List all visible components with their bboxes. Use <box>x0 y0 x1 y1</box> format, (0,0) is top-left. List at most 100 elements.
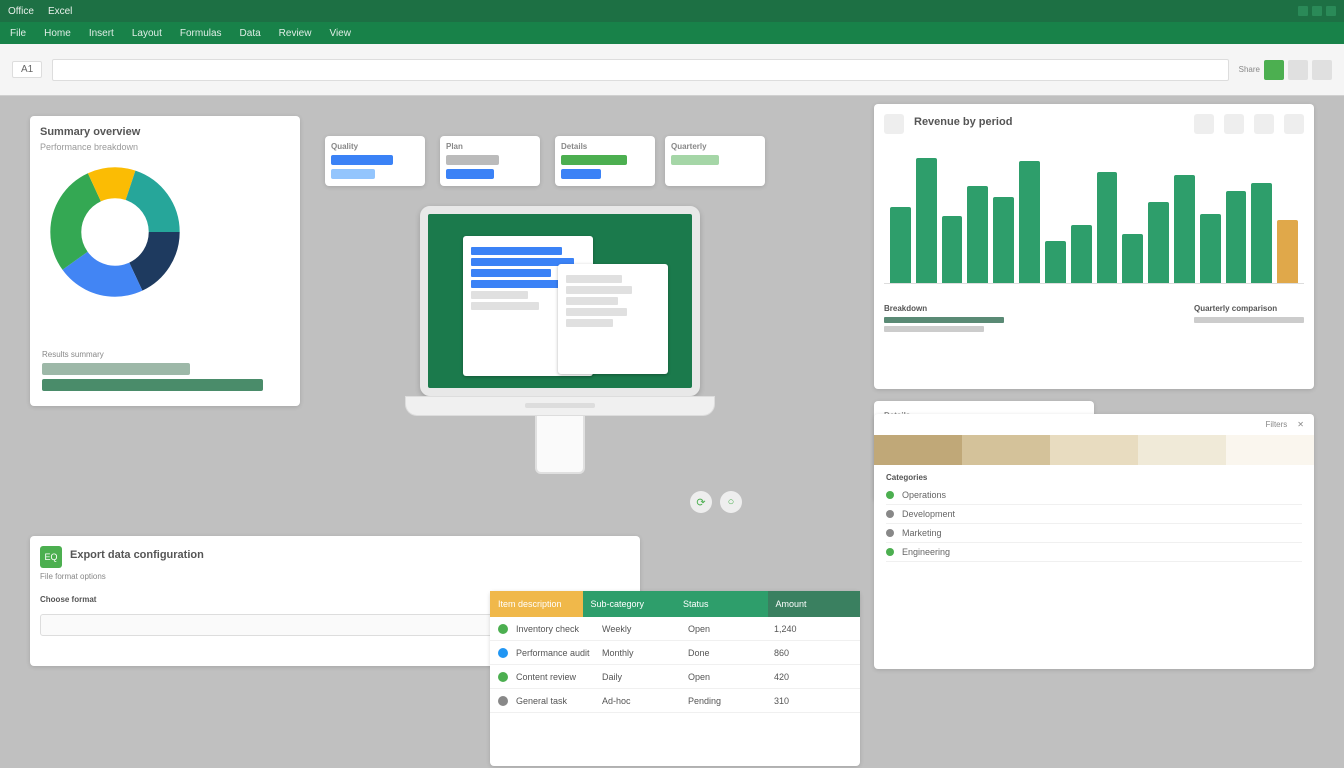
cell: Inventory check <box>516 624 594 634</box>
row-label: Operations <box>902 490 946 500</box>
chart-more-icon[interactable] <box>1284 114 1304 134</box>
data-table: Item descriptionSub-categoryStatusAmount… <box>490 591 860 766</box>
row-label: Engineering <box>902 547 950 557</box>
export-path-input[interactable] <box>40 614 557 636</box>
bar <box>1148 202 1169 283</box>
category-table-panel: Filters ✕ Categories Operations Developme… <box>874 414 1314 669</box>
panel-subtitle: Performance breakdown <box>40 142 290 152</box>
ribbon-icon[interactable] <box>1312 60 1332 80</box>
cell: 1,240 <box>774 624 852 634</box>
cell: 310 <box>774 696 852 706</box>
bar <box>1122 234 1143 283</box>
bar <box>1277 220 1298 283</box>
table-row[interactable]: Content reviewDailyOpen420 <box>490 665 860 689</box>
tile-label: Quarterly <box>671 142 759 151</box>
metric-tile[interactable]: Quality <box>325 136 425 186</box>
chart-refresh-icon[interactable] <box>1254 114 1274 134</box>
bar <box>1097 172 1118 283</box>
app-name: Office <box>8 6 34 17</box>
table-row[interactable]: Marketing <box>886 524 1302 543</box>
table-row[interactable]: Inventory check Weekly Open 1,240 <box>490 617 860 641</box>
cell: Ad-hoc <box>602 696 680 706</box>
pie-chart <box>50 167 180 297</box>
close-icon[interactable]: ✕ <box>1297 420 1304 429</box>
bar <box>1019 161 1040 283</box>
metric-tile[interactable]: Plan <box>440 136 540 186</box>
column-header[interactable]: Status <box>675 591 768 617</box>
bar <box>1045 241 1066 283</box>
menu-bar: File Home Insert Layout Formulas Data Review Vi… <box>0 22 1344 44</box>
title-bar: Office Excel <box>0 0 1344 22</box>
summary-panel: Summary overview Performance breakdown R… <box>30 116 300 406</box>
menu-item[interactable]: View <box>329 28 351 39</box>
laptop-window <box>558 264 668 374</box>
bar <box>942 216 963 283</box>
laptop-illustration <box>395 206 725 476</box>
chart-grid-icon[interactable] <box>1194 114 1214 134</box>
cell: General task <box>516 696 594 706</box>
share-icon[interactable] <box>1264 60 1284 80</box>
swatch[interactable] <box>962 435 1050 465</box>
color-swatches <box>874 435 1314 465</box>
export-title: Export data configuration <box>70 549 204 561</box>
swatch[interactable] <box>1050 435 1138 465</box>
cell: Performance audit <box>516 648 594 658</box>
menu-item[interactable]: Review <box>279 28 312 39</box>
menu-item[interactable]: Formulas <box>180 28 222 39</box>
swatch[interactable] <box>1138 435 1226 465</box>
swatch[interactable] <box>1226 435 1314 465</box>
tile-label: Details <box>561 142 649 151</box>
chart-filter-icon[interactable] <box>1224 114 1244 134</box>
cell: Daily <box>602 672 680 682</box>
column-header[interactable]: Sub-category <box>583 591 676 617</box>
cell-reference[interactable]: A1 <box>12 61 42 78</box>
cell: Pending <box>688 696 766 706</box>
row-label: Development <box>902 509 955 519</box>
row-label: Marketing <box>902 528 942 538</box>
cell: Monthly <box>602 648 680 658</box>
table-row[interactable]: General task Ad-hoc Pending 310 <box>490 689 860 713</box>
formula-bar[interactable] <box>52 59 1228 81</box>
bar <box>890 207 911 283</box>
swatch[interactable] <box>874 435 962 465</box>
menu-item[interactable]: Insert <box>89 28 114 39</box>
chart-type-icon[interactable] <box>884 114 904 134</box>
bar <box>993 197 1014 283</box>
bar <box>1200 214 1221 284</box>
panel-title: Summary overview <box>40 126 290 138</box>
menu-item[interactable]: Home <box>44 28 71 39</box>
chart-footer-left: Breakdown <box>884 304 1004 313</box>
bar <box>967 186 988 283</box>
window-controls[interactable] <box>1298 6 1336 16</box>
filters-label[interactable]: Filters <box>1266 420 1288 429</box>
refresh-icon[interactable]: ⟳ <box>690 491 712 513</box>
cell: Weekly <box>602 624 680 634</box>
doc-name: Excel <box>48 6 72 17</box>
cell: Content review <box>516 672 594 682</box>
column-header[interactable]: Item description <box>490 591 583 617</box>
table-row[interactable]: Performance auditMonthlyDone860 <box>490 641 860 665</box>
export-subtitle: File format options <box>40 572 630 581</box>
ribbon-icon[interactable] <box>1288 60 1308 80</box>
menu-item[interactable]: Layout <box>132 28 162 39</box>
bar <box>1174 175 1195 283</box>
bar <box>916 158 937 283</box>
sync-icon[interactable]: ○ <box>720 491 742 513</box>
tile-label: Quality <box>331 142 419 151</box>
menu-item[interactable]: Data <box>240 28 261 39</box>
bar <box>1071 225 1092 283</box>
table-row[interactable]: Operations <box>886 486 1302 505</box>
bar <box>1251 183 1272 283</box>
column-header[interactable]: Amount <box>768 591 861 617</box>
metric-tile[interactable]: Details <box>555 136 655 186</box>
chart-panel: Revenue by period Breakdown Quarterly co… <box>874 104 1314 389</box>
menu-item[interactable]: File <box>10 28 26 39</box>
table-row[interactable]: Engineering <box>886 543 1302 562</box>
table-header: Categories <box>886 473 1302 482</box>
share-label[interactable]: Share <box>1239 65 1260 74</box>
cell: 860 <box>774 648 852 658</box>
metric-tile[interactable]: Quarterly <box>665 136 765 186</box>
cell: Open <box>688 624 766 634</box>
cell: 420 <box>774 672 852 682</box>
table-row[interactable]: Development <box>886 505 1302 524</box>
